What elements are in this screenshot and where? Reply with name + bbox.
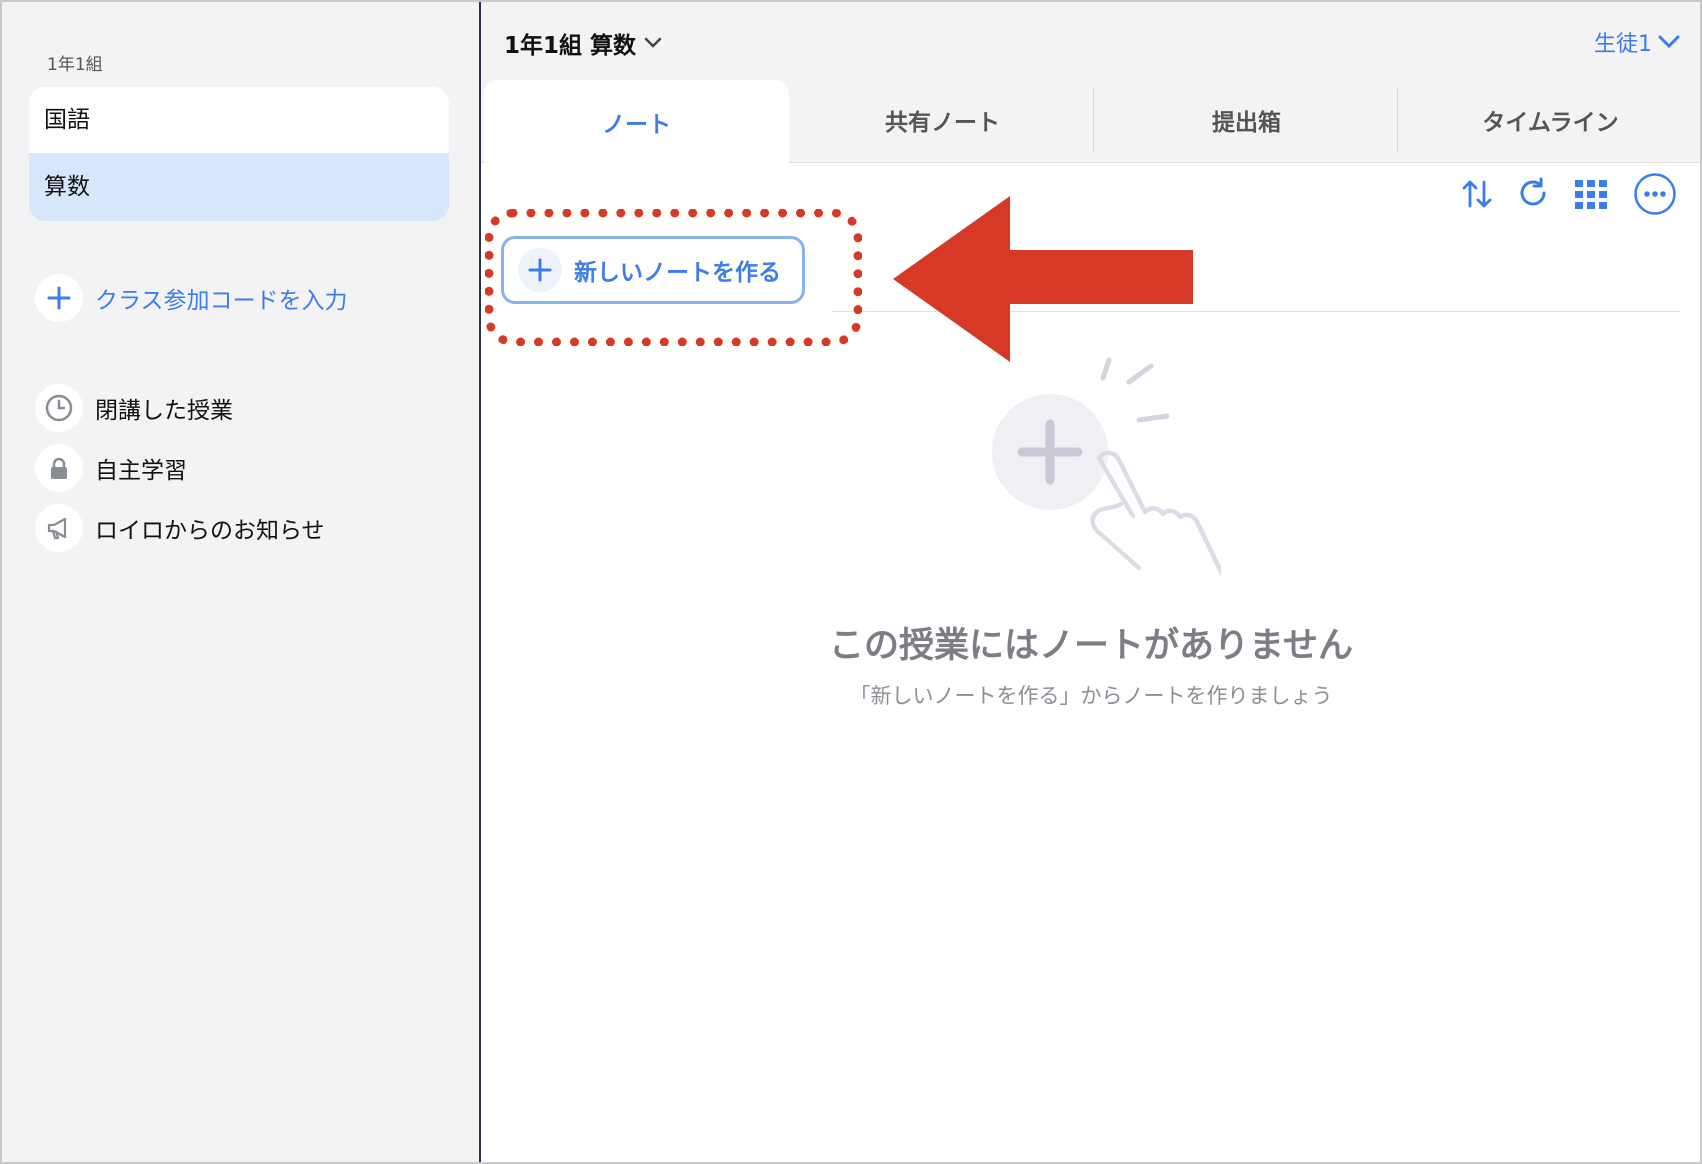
class-subject-selector[interactable]: 1年1組 算数 [504,26,662,60]
grid-icon[interactable] [1569,172,1613,216]
subject-list: 国語 算数 [29,87,449,221]
top-bar: 1年1組 算数 生徒1 [481,2,1700,78]
clock-icon [35,384,83,432]
closed-classes-link[interactable]: 閉講した授業 [35,384,233,432]
user-menu[interactable]: 生徒1 [1594,26,1680,58]
self-study-link[interactable]: 自主学習 [35,444,187,492]
empty-state-title: この授業にはノートがありません [829,626,1353,666]
announcements-label: ロイロからのお知らせ [95,518,325,544]
annotation-highlight-box [485,209,862,346]
page-title: 1年1組 算数 [504,33,637,59]
tab-notes[interactable]: ノート [484,80,789,163]
app-window: 1年1組 国語 算数 クラス参加コードを入力 閉講した授業 自主学習 ロイロから… [0,0,1702,1164]
sidebar: 1年1組 国語 算数 クラス参加コードを入力 閉講した授業 自主学習 ロイロから… [2,2,481,1162]
tab-bar: ノート 共有ノート 提出箱 タイムライン [481,78,1700,163]
self-study-label: 自主学習 [95,458,187,484]
tab-shared-notes[interactable]: 共有ノート [790,78,1095,162]
more-icon[interactable] [1633,172,1677,216]
chevron-down-icon [1658,35,1680,49]
join-code-label: クラス参加コードを入力 [95,288,348,314]
closed-classes-label: 閉講した授業 [95,398,233,424]
sort-icon[interactable] [1455,172,1499,216]
tap-to-add-illustration-icon [992,357,1221,577]
chevron-down-icon [644,37,662,48]
tab-submission-box[interactable]: 提出箱 [1094,78,1399,162]
tab-timeline[interactable]: タイムライン [1398,78,1700,162]
lock-icon [35,444,83,492]
class-name: 1年1組 [47,55,103,75]
announcements-link[interactable]: ロイロからのお知らせ [35,504,325,552]
subject-item-sansu[interactable]: 算数 [29,154,449,221]
annotation-arrow-icon [893,196,1193,362]
megaphone-icon [35,504,83,552]
join-code-button[interactable]: クラス参加コードを入力 [35,274,348,322]
subject-item-kokugo[interactable]: 国語 [29,87,449,154]
main-panel: 1年1組 算数 生徒1 ノート 共有ノート 提出箱 タイムライン 新しいノートを… [481,2,1700,1162]
refresh-icon[interactable] [1511,172,1555,216]
user-name: 生徒1 [1594,32,1652,57]
plus-icon [35,274,83,322]
empty-state-subtitle: 「新しいノートを作る」からノートを作りましょう [849,684,1333,708]
